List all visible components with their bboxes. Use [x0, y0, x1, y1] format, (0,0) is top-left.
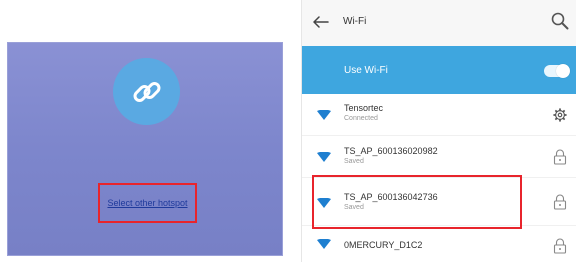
toggle-knob — [556, 64, 570, 78]
link-icon — [133, 81, 160, 102]
back-button[interactable] — [310, 11, 332, 33]
network-row-tensortec[interactable]: Tensortec Connected — [302, 94, 576, 136]
lock-icon — [553, 149, 567, 165]
wifi-settings-screen: Wi-Fi Use Wi-Fi Tensortec Connected TS_A… — [301, 0, 576, 262]
lock-icon — [553, 238, 567, 254]
network-status: Connected — [344, 115, 378, 122]
network-row-0mercury-d1c2[interactable]: 0MERCURY_D1C2 — [302, 226, 576, 262]
link-circle — [113, 58, 180, 125]
use-wifi-label: Use Wi-Fi — [344, 65, 388, 76]
wifi-signal-icon — [317, 152, 331, 162]
network-name: Tensortec — [344, 103, 384, 113]
select-hotspot-highlight: Select other hotspot — [98, 183, 197, 223]
back-arrow-icon — [313, 16, 329, 28]
network-row-ts-ap-600136020982[interactable]: TS_AP_600136020982 Saved — [302, 136, 576, 178]
search-button[interactable] — [550, 11, 570, 31]
wifi-signal-icon — [317, 110, 331, 120]
network-status: Saved — [344, 204, 364, 211]
wifi-signal-icon — [317, 239, 331, 249]
page-title: Wi-Fi — [343, 16, 367, 27]
wifi-signal-icon — [317, 198, 331, 208]
network-status: Saved — [344, 158, 364, 165]
network-name: 0MERCURY_D1C2 — [344, 240, 423, 250]
network-name: TS_AP_600136042736 — [344, 192, 438, 202]
wifi-toggle[interactable] — [544, 64, 570, 78]
hotspot-panel: Select other hotspot — [7, 42, 283, 256]
use-wifi-row[interactable]: Use Wi-Fi — [302, 46, 576, 94]
network-row-ts-ap-600136042736[interactable]: TS_AP_600136042736 Saved — [302, 178, 576, 226]
gear-icon[interactable] — [553, 107, 567, 123]
search-icon — [551, 12, 569, 30]
header-bar: Wi-Fi — [302, 0, 576, 46]
select-other-hotspot-link[interactable]: Select other hotspot — [107, 198, 187, 208]
network-name: TS_AP_600136020982 — [344, 146, 438, 156]
lock-icon — [553, 194, 567, 210]
